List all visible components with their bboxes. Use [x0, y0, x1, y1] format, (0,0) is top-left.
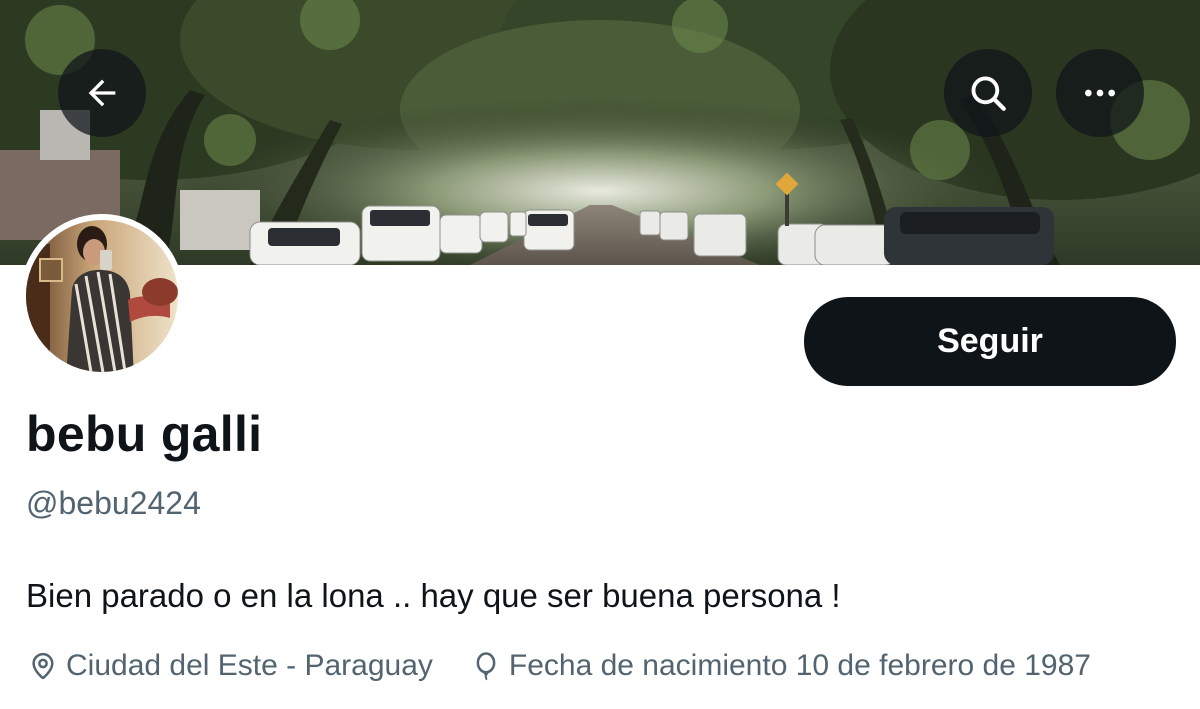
arrow-left-icon: [88, 79, 116, 107]
search-icon: [971, 76, 1006, 111]
profile-bio: Bien parado o en la lona .. hay que ser …: [26, 577, 841, 614]
profile-banner[interactable]: [0, 0, 1200, 265]
banner-image: [0, 0, 1200, 265]
user-handle: @bebu2424: [26, 485, 201, 521]
search-button[interactable]: [944, 49, 1032, 137]
follow-button[interactable]: Seguir: [804, 297, 1176, 386]
more-horizontal-icon: [1085, 89, 1115, 97]
location-item: Ciudad del Este - Paraguay: [28, 649, 433, 683]
avatar[interactable]: [20, 214, 184, 378]
more-options-button[interactable]: [1056, 49, 1144, 137]
location-pin-icon: [32, 652, 54, 680]
profile-page: Seguir bebu galli @bebu2424 Bien parado …: [0, 0, 1200, 709]
location-text: Ciudad del Este - Paraguay: [66, 649, 433, 682]
profile-meta: Ciudad del Este - Paraguay Fecha de naci…: [28, 644, 1091, 688]
back-button[interactable]: [58, 49, 146, 137]
birthday-text: Fecha de nacimiento 10 de febrero de 198…: [508, 649, 1091, 682]
follow-button-label: Seguir: [937, 322, 1043, 360]
display-name: bebu galli: [26, 406, 263, 462]
balloon-icon: [476, 652, 496, 681]
birthday-item: Fecha de nacimiento 10 de febrero de 198…: [471, 649, 1091, 683]
avatar-image: [20, 214, 184, 378]
